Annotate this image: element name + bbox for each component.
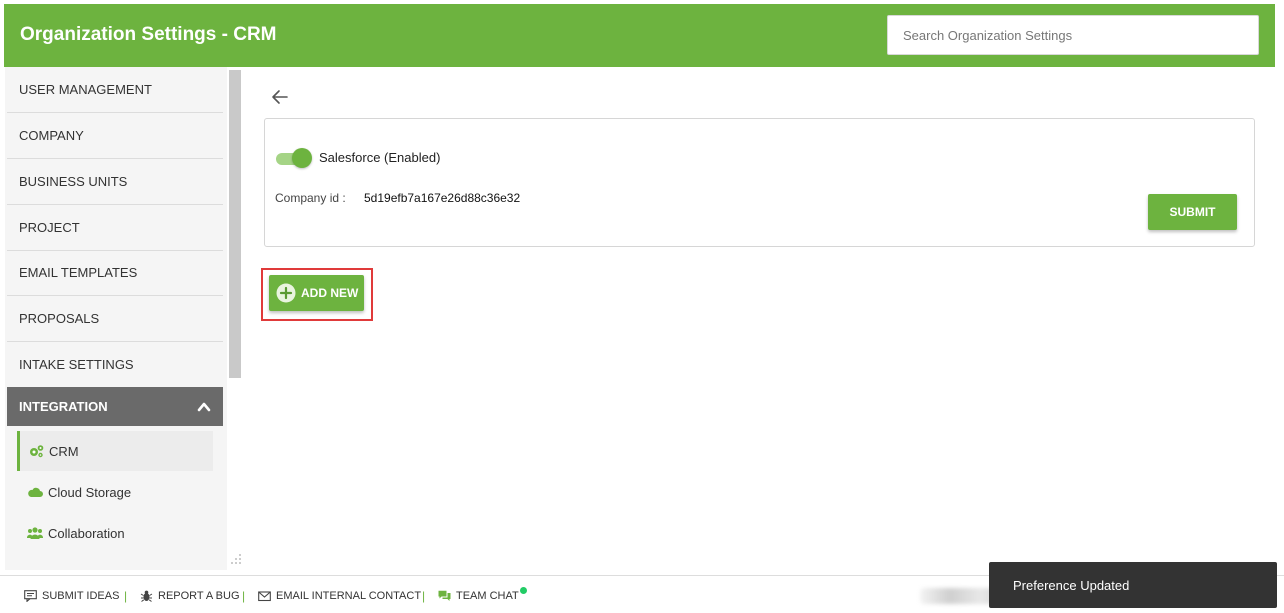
comment-icon [24,590,37,602]
chat-icon [438,590,451,601]
sidebar-subitem-collaboration[interactable]: Collaboration [17,513,213,553]
sidebar-subitem-label: Collaboration [48,525,125,541]
crm-integration-card: Salesforce (Enabled) Company id : 5d19ef… [264,118,1255,247]
cloud-icon [28,487,43,497]
footer-separator: | [242,589,246,603]
envelope-icon [258,591,271,602]
submit-button[interactable]: Submit [1148,194,1237,230]
back-arrow-icon[interactable] [270,88,290,106]
sidebar-item-label: Integration [19,399,108,414]
add-new-button[interactable]: Add New [269,275,364,311]
users-icon [27,527,43,539]
sidebar-item-proposals[interactable]: Proposals [7,296,223,342]
footer-item-label: Report A Bug [158,590,240,602]
toggle-knob [292,148,312,168]
footer-item-label: Team Chat [456,590,519,602]
sidebar: User Management Company Business Units P… [5,67,227,570]
page-title: Organization Settings - CRM [20,24,277,45]
resize-handle-icon[interactable] [230,553,242,565]
search-input[interactable] [887,15,1259,55]
sidebar-item-project[interactable]: Project [7,205,223,251]
chevron-up-icon [197,402,211,412]
footer-item-label: Email Internal Contact [276,590,422,602]
plus-circle-icon [276,283,296,303]
company-id-value: 5d19efb7a167e26d88c36e32 [364,191,521,205]
bug-icon [140,590,153,602]
footer-email-contact[interactable]: Email Internal Contact [258,590,421,602]
salesforce-toggle[interactable] [276,148,312,168]
sidebar-subitem-crm[interactable]: CRM [17,431,213,471]
add-new-label: Add New [301,286,359,300]
footer-item-label: Submit Ideas [42,590,120,602]
toast-message: Preference Updated [1013,577,1130,593]
sidebar-item-intake-settings[interactable]: Intake Settings [7,341,223,387]
footer-submit-ideas[interactable]: Submit Ideas [24,590,119,602]
online-status-dot [519,586,527,594]
toast-notification: Preference Updated [989,562,1277,608]
company-id-label: Company id : [275,191,346,205]
sidebar-item-business-units[interactable]: Business Units [7,159,223,205]
sidebar-item-email-templates[interactable]: Email Templates [7,250,223,296]
footer-report-bug[interactable]: Report A Bug [140,590,240,602]
sidebar-item-company[interactable]: Company [7,113,223,159]
integration-label: Salesforce (Enabled) [319,150,441,165]
sidebar-subitem-label: Cloud Storage [48,484,132,500]
footer-separator: | [422,589,426,603]
sidebar-item-user-management[interactable]: User Management [7,67,223,113]
footer-team-chat[interactable]: Team Chat [438,586,527,602]
sidebar-item-integration[interactable]: Integration [7,387,223,426]
page: Organization Settings - CRM User Managem… [0,0,1284,613]
header-bar: Organization Settings - CRM [4,4,1275,67]
sidebar-subitem-label: CRM [49,443,79,459]
sidebar-scrollbar[interactable] [229,70,241,378]
sidebar-subitem-cloud-storage[interactable]: Cloud Storage [17,472,213,512]
footer-separator: | [124,589,128,603]
gears-icon [30,445,44,458]
